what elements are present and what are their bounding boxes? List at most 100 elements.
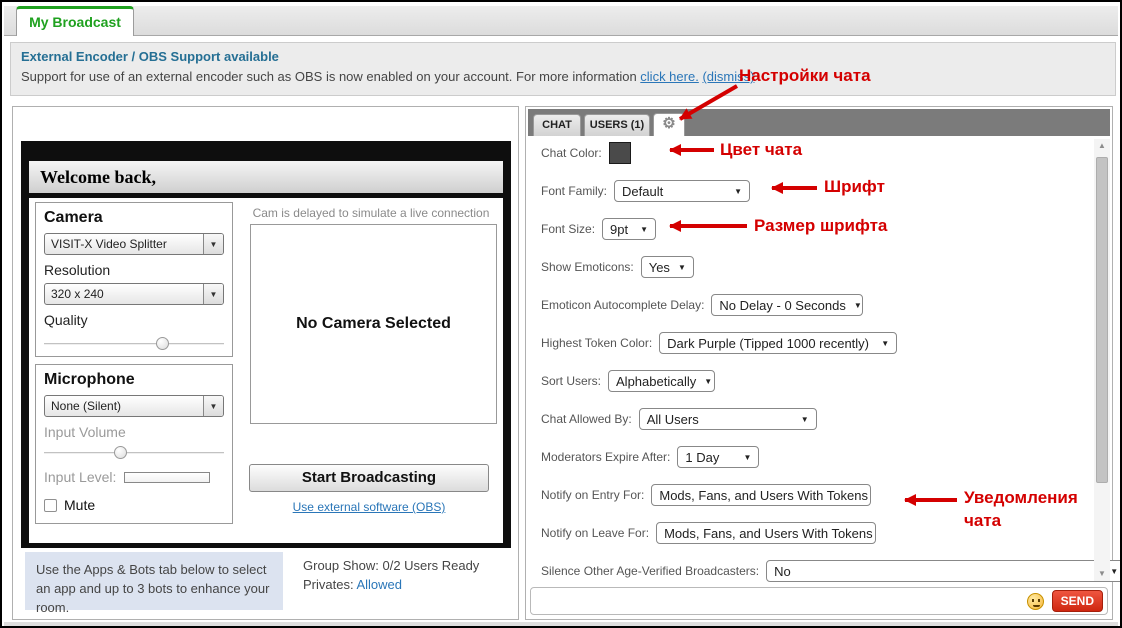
chat-allowed-by-label: Chat Allowed By: [541,412,632,426]
annotation-font: Шрифт [824,177,885,197]
camera-device-select[interactable]: VISIT-X Video Splitter ▼ [44,233,224,255]
notice-title: External Encoder / OBS Support available [21,49,1105,64]
setting-row-moderators-expire: Moderators Expire After: 1 Day▼ [541,445,759,469]
font-family-label: Font Family: [541,184,607,198]
chat-allowed-by-select[interactable]: All Users▼ [639,408,817,430]
font-size-select[interactable]: 9pt▼ [602,218,656,240]
mute-checkbox[interactable] [44,499,57,512]
chevron-down-icon: ▼ [203,234,223,254]
privates-allowed-link[interactable]: Allowed [356,577,402,592]
microphone-device-value: None (Silent) [45,396,203,416]
external-software-link[interactable]: Use external software (OBS) [293,500,446,514]
chat-input-row: SEND [530,587,1108,615]
volume-slider-knob[interactable] [114,446,127,459]
setting-row-font-family: Font Family: Default▼ [541,179,750,203]
tab-chat[interactable]: CHAT [533,114,581,136]
highest-token-color-label: Highest Token Color: [541,336,652,350]
group-show-status: Group Show: 0/2 Users Ready Privates: Al… [303,557,479,595]
chevron-down-icon: ▼ [854,301,862,310]
top-tab-strip: My Broadcast [4,6,1118,36]
notify-entry-label: Notify on Entry For: [541,488,644,502]
resolution-label: Resolution [44,262,224,278]
scroll-up-icon[interactable]: ▲ [1094,139,1110,153]
chevron-down-icon: ▼ [203,284,223,304]
highest-token-color-select[interactable]: Dark Purple (Tipped 1000 recently)▼ [659,332,897,354]
resolution-value: 320 x 240 [45,284,203,304]
chevron-down-icon: ▼ [203,396,223,416]
group-show-text: Group Show: 0/2 Users Ready [303,557,479,576]
microphone-settings-box: Microphone None (Silent) ▼ Input Volume … [35,364,233,524]
privates-label: Privates: [303,577,354,592]
send-button[interactable]: SEND [1052,590,1103,612]
welcome-banner: Welcome back, [29,161,503,193]
broadcast-page: My Broadcast External Encoder / OBS Supp… [0,0,1122,628]
chevron-down-icon: ▼ [640,225,648,234]
emoticon-icon[interactable] [1027,593,1044,610]
scroll-down-icon[interactable]: ▼ [1094,567,1110,581]
setting-row-silence-broadcasters: Silence Other Age-Verified Broadcasters:… [541,559,1122,583]
no-camera-text: No Camera Selected [296,315,451,333]
chevron-down-icon: ▼ [734,187,742,196]
setting-row-notify-entry: Notify on Entry For: Mods, Fans, and Use… [541,483,871,507]
chat-panel: CHAT USERS (1) ⚙ Chat Color: Font Family… [525,106,1113,620]
quality-slider[interactable] [44,336,224,351]
mute-label: Mute [64,497,95,513]
moderators-expire-label: Moderators Expire After: [541,450,670,464]
tab-my-broadcast[interactable]: My Broadcast [16,6,134,36]
quality-slider-knob[interactable] [156,337,169,350]
camera-title: Camera [44,209,224,227]
silence-broadcasters-label: Silence Other Age-Verified Broadcasters: [541,564,759,578]
obs-notice-banner: External Encoder / OBS Support available… [10,42,1116,96]
broadcast-panel: Welcome back, Camera VISIT-X Video Split… [12,106,519,620]
notify-entry-select[interactable]: Mods, Fans, and Users With Tokens▼ [651,484,871,506]
setting-row-font-size: Font Size: 9pt▼ [541,217,656,241]
chat-color-swatch[interactable] [609,142,631,164]
tab-chat-settings[interactable]: ⚙ [653,113,685,136]
font-family-select[interactable]: Default▼ [614,180,750,202]
emoticon-delay-select[interactable]: No Delay - 0 Seconds▼ [711,294,863,316]
input-volume-label: Input Volume [44,424,224,440]
show-emoticons-select[interactable]: Yes▼ [641,256,694,278]
setting-row-sort-users: Sort Users: Alphabetically▼ [541,369,715,393]
chevron-down-icon: ▼ [1110,567,1118,576]
cam-delay-note: Cam is delayed to simulate a live connec… [239,206,503,220]
input-volume-slider[interactable] [44,445,224,460]
chat-settings-scrollbar[interactable]: ▲ ▼ [1094,139,1110,581]
scrollbar-thumb[interactable] [1096,157,1108,483]
video-content: Camera VISIT-X Video Splitter ▼ Resoluti… [29,198,503,543]
silence-broadcasters-select[interactable]: No▼ [766,560,1122,582]
chat-color-label: Chat Color: [541,146,602,160]
sort-users-select[interactable]: Alphabetically▼ [608,370,715,392]
annotation-font-size: Размер шрифта [754,216,887,236]
chevron-down-icon: ▼ [678,263,686,272]
camera-preview: No Camera Selected [250,224,497,424]
microphone-device-select[interactable]: None (Silent) ▼ [44,395,224,417]
notice-body: Support for use of an external encoder s… [21,69,1105,84]
tab-users[interactable]: USERS (1) [584,114,650,136]
setting-row-chat-color: Chat Color: [541,141,631,165]
setting-row-show-emoticons: Show Emoticons: Yes▼ [541,255,694,279]
moderators-expire-select[interactable]: 1 Day▼ [677,446,759,468]
footer-strip [4,622,1118,628]
chevron-down-icon: ▼ [743,453,751,462]
start-broadcasting-button[interactable]: Start Broadcasting [249,464,489,492]
camera-device-value: VISIT-X Video Splitter [45,234,203,254]
resolution-select[interactable]: 320 x 240 ▼ [44,283,224,305]
gear-icon: ⚙ [662,115,675,132]
input-level-label: Input Level: [44,469,116,485]
notice-text: Support for use of an external encoder s… [21,69,637,84]
click-here-link[interactable]: click here. [640,69,699,84]
show-emoticons-label: Show Emoticons: [541,260,634,274]
annotation-chat-color: Цвет чата [720,140,802,160]
annotation-chat-notifications: Уведомления чата [964,486,1078,532]
microphone-title: Microphone [44,371,224,389]
video-area: Welcome back, Camera VISIT-X Video Split… [21,141,511,548]
notify-leave-select[interactable]: Mods, Fans, and Users With Tokens▼ [656,522,876,544]
apps-bots-note: Use the Apps & Bots tab below to select … [25,552,283,610]
chat-tab-bar: CHAT USERS (1) ⚙ [528,109,1110,136]
chat-message-input[interactable] [531,590,1027,612]
notify-leave-label: Notify on Leave For: [541,526,649,540]
quality-label: Quality [44,312,224,328]
setting-row-chat-allowed-by: Chat Allowed By: All Users▼ [541,407,817,431]
chevron-down-icon: ▼ [704,377,712,386]
